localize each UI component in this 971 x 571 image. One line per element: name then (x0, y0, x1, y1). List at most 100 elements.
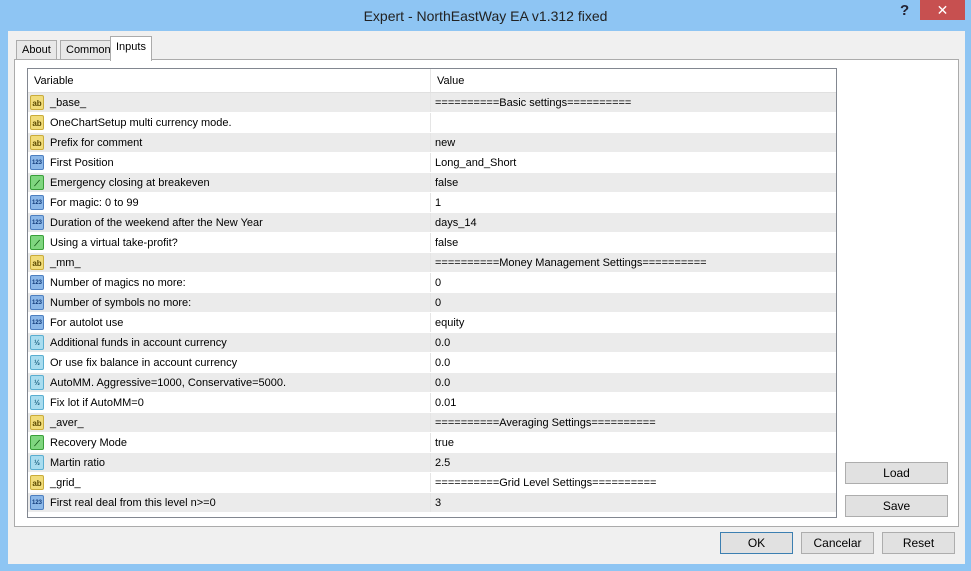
string-type-icon: ab (30, 475, 44, 490)
help-button[interactable]: ? (900, 2, 909, 19)
save-button[interactable]: Save (845, 495, 948, 517)
value-cell[interactable]: 0 (431, 293, 441, 312)
value-cell[interactable]: Long_and_Short (431, 153, 516, 172)
cancel-button[interactable]: Cancelar (801, 532, 874, 554)
double-type-icon: ½ (30, 395, 44, 410)
double-type-icon: ½ (30, 355, 44, 370)
value-cell[interactable]: 2.5 (431, 453, 450, 472)
variable-name: Recovery Mode (50, 436, 128, 449)
variable-name: For magic: 0 to 99 (50, 196, 139, 209)
inputs-panel: Variable Value ab _base_ ==========Basic s… (14, 59, 959, 527)
table-row[interactable]: ab _base_ ==========Basic settings========… (28, 93, 836, 113)
int-type-icon: 123 (30, 495, 44, 510)
table-row[interactable]: ab Prefix for comment new (28, 133, 836, 153)
header-value[interactable]: Value (431, 69, 464, 92)
table-row[interactable]: ab _mm_ ==========Money Management Setting… (28, 253, 836, 273)
value-cell[interactable]: 1 (431, 193, 441, 212)
tab-about[interactable]: About (16, 40, 57, 60)
table-row[interactable]: 123 For magic: 0 to 99 1 (28, 193, 836, 213)
tab-inputs[interactable]: Inputs (110, 36, 152, 61)
variable-cell: 123 For autolot use (28, 313, 431, 332)
variable-cell: 123 Number of magics no more: (28, 273, 431, 292)
variable-name: Using a virtual take-profit? (50, 236, 178, 249)
variable-name: Martin ratio (50, 456, 106, 469)
variable-cell: ½ Or use fix balance in account currency (28, 353, 431, 372)
table-row[interactable]: ab _grid_ ==========Grid Level Settings===… (28, 473, 836, 493)
close-button[interactable]: ✕ (920, 0, 965, 20)
dialog-body: About Common Inputs Variable Value ab _ba… (8, 31, 965, 564)
value-cell[interactable]: ==========Averaging Settings========== (431, 413, 656, 432)
variable-name: For autolot use (50, 316, 124, 329)
value-cell[interactable]: 0.0 (431, 333, 450, 352)
int-type-icon: 123 (30, 315, 44, 330)
table-row[interactable]: 123 Number of symbols no more: 0 (28, 293, 836, 313)
table-row[interactable]: ⟋ Emergency closing at breakeven false (28, 173, 836, 193)
variable-cell: ½ Fix lot if AutoMM=0 (28, 393, 431, 412)
value-cell[interactable]: ==========Grid Level Settings========== (431, 473, 656, 492)
value-cell[interactable]: days_14 (431, 213, 477, 232)
variable-cell: 123 Number of symbols no more: (28, 293, 431, 312)
window-title: Expert - NorthEastWay EA v1.312 fixed (363, 8, 608, 24)
value-cell[interactable]: ==========Money Management Settings=====… (431, 253, 707, 272)
value-cell[interactable]: 0.0 (431, 353, 450, 372)
table-row[interactable]: ½ Additional funds in account currency 0.0 (28, 333, 836, 353)
variable-name: Or use fix balance in account currency (50, 356, 238, 369)
bool-type-icon: ⟋ (30, 435, 44, 450)
int-type-icon: 123 (30, 275, 44, 290)
table-row[interactable]: ½ Or use fix balance in account currency 0… (28, 353, 836, 373)
string-type-icon: ab (30, 135, 44, 150)
ok-button[interactable]: OK (720, 532, 793, 554)
int-type-icon: 123 (30, 155, 44, 170)
variable-cell: ⟋ Emergency closing at breakeven (28, 173, 431, 192)
value-cell[interactable] (431, 113, 435, 132)
table-row[interactable]: ab OneChartSetup multi currency mode. (28, 113, 836, 133)
table-row[interactable]: ½ Martin ratio 2.5 (28, 453, 836, 473)
table-row[interactable]: 123 Duration of the weekend after the New… (28, 213, 836, 233)
table-row[interactable]: 123 First real deal from this level n>=0 3 (28, 493, 836, 513)
header-variable[interactable]: Variable (28, 69, 431, 92)
value-cell[interactable]: equity (431, 313, 464, 332)
variable-name: OneChartSetup multi currency mode. (50, 116, 232, 129)
variable-name: Duration of the weekend after the New Ye… (50, 216, 263, 229)
table-header: Variable Value (28, 69, 836, 93)
variable-cell: 123 For magic: 0 to 99 (28, 193, 431, 212)
variable-name: Number of symbols no more: (50, 296, 192, 309)
table-row[interactable]: ⟋ Using a virtual take-profit? false (28, 233, 836, 253)
string-type-icon: ab (30, 115, 44, 130)
table-row[interactable]: ⟋ Recovery Mode true (28, 433, 836, 453)
int-type-icon: 123 (30, 215, 44, 230)
variable-name: Fix lot if AutoMM=0 (50, 396, 144, 409)
value-cell[interactable]: 3 (431, 493, 441, 512)
value-cell[interactable]: new (431, 133, 455, 152)
value-cell[interactable]: 0.0 (431, 373, 450, 392)
table-row[interactable]: ab _aver_ ==========Averaging Settings====… (28, 413, 836, 433)
tab-common[interactable]: Common (60, 40, 117, 60)
variable-cell: 123 Duration of the weekend after the New… (28, 213, 431, 232)
variable-name: Number of magics no more: (50, 276, 186, 289)
variable-cell: ab _mm_ (28, 253, 431, 272)
table-row[interactable]: 123 First Position Long_and_Short (28, 153, 836, 173)
load-button[interactable]: Load (845, 462, 948, 484)
double-type-icon: ½ (30, 335, 44, 350)
variable-name: _grid_ (50, 476, 81, 489)
int-type-icon: 123 (30, 195, 44, 210)
value-cell[interactable]: true (431, 433, 454, 452)
value-cell[interactable]: false (431, 233, 458, 252)
value-cell[interactable]: ==========Basic settings========== (431, 93, 631, 112)
table-row[interactable]: 123 For autolot use equity (28, 313, 836, 333)
value-cell[interactable]: 0.01 (431, 393, 456, 412)
table-row[interactable]: ½ Fix lot if AutoMM=0 0.01 (28, 393, 836, 413)
variable-cell: ab Prefix for comment (28, 133, 431, 152)
value-cell[interactable]: false (431, 173, 458, 192)
variable-name: AutoMM. Aggressive=1000, Conservative=50… (50, 376, 287, 389)
variable-cell: ab _base_ (28, 93, 431, 112)
string-type-icon: ab (30, 255, 44, 270)
bool-type-icon: ⟋ (30, 235, 44, 250)
value-cell[interactable]: 0 (431, 273, 441, 292)
reset-button[interactable]: Reset (882, 532, 955, 554)
variable-name: First Position (50, 156, 114, 169)
table-row[interactable]: ½ AutoMM. Aggressive=1000, Conservative=5… (28, 373, 836, 393)
double-type-icon: ½ (30, 375, 44, 390)
table-row[interactable]: 123 Number of magics no more: 0 (28, 273, 836, 293)
variable-name: First real deal from this level n>=0 (50, 496, 216, 509)
